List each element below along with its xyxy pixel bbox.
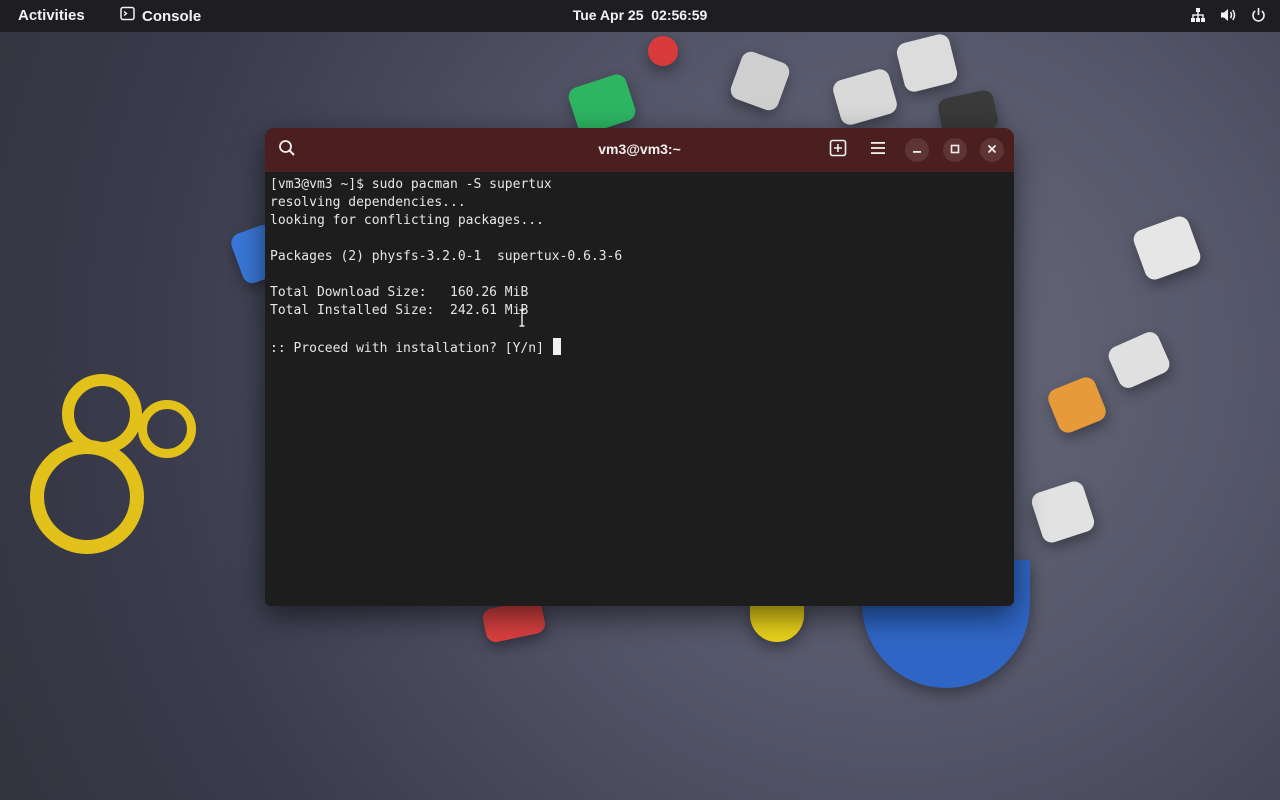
top-bar: Activities Console Tue Apr 25 02:56:59 <box>0 0 1280 32</box>
menu-icon <box>870 141 886 160</box>
window-title: vm3@vm3:~ <box>598 141 681 157</box>
calendar-app-icon <box>1029 478 1097 546</box>
close-button[interactable] <box>980 138 1004 162</box>
bracket-app-icon <box>727 48 793 114</box>
maximize-button[interactable] <box>943 138 967 162</box>
terminal-prompt: :: Proceed with installation? [Y/n] <box>270 341 552 356</box>
time-label: 02:56:59 <box>651 7 708 23</box>
gear-small-decoration <box>138 400 196 458</box>
terminal-line: Total Installed Size: 242.61 MiB <box>270 303 529 318</box>
close-icon <box>987 141 997 159</box>
text-cursor <box>552 338 561 355</box>
terminal-line: resolving dependencies... <box>270 195 466 210</box>
terminal-prompt-line: :: Proceed with installation? [Y/n] <box>270 338 1009 358</box>
new-tab-button[interactable] <box>826 138 850 162</box>
volume-icon <box>1220 7 1237 28</box>
minimize-icon <box>912 141 922 159</box>
notes-app-icon <box>1045 374 1109 436</box>
clock-button[interactable]: Tue Apr 25 02:56:59 <box>573 7 708 23</box>
gear-medium-decoration <box>62 374 142 454</box>
grid-app-icon <box>566 71 638 137</box>
terminal-window: vm3@vm3:~ [vm3@vm3 ~]$ sudo pacman -S su… <box>265 128 1014 606</box>
minimize-button[interactable] <box>905 138 929 162</box>
terminal-output[interactable]: [vm3@vm3 ~]$ sudo pacman -S supertux reso… <box>270 176 1009 601</box>
main-menu-button[interactable] <box>866 138 890 162</box>
date-label: Tue Apr 25 <box>572 7 644 23</box>
calculator-app-icon <box>894 32 960 94</box>
clock: Tue Apr 25 02:56:59 <box>0 7 1280 23</box>
monitor-app-icon <box>1105 328 1173 392</box>
system-status-menu[interactable] <box>1190 7 1266 28</box>
new-tab-icon <box>829 139 847 162</box>
power-icon <box>1251 7 1266 28</box>
window-titlebar[interactable]: vm3@vm3:~ <box>265 128 1014 172</box>
terminal-line: Packages (2) physfs-3.2.0-1 supertux-0.6… <box>270 249 623 264</box>
mouse-ibeam-icon <box>519 309 525 327</box>
maximize-icon <box>950 141 960 159</box>
terminal-line: Total Download Size: 160.26 MiB <box>270 285 529 300</box>
pie-chart-decoration <box>750 604 804 642</box>
terminal-line: looking for conflicting packages... <box>270 213 544 228</box>
terminal-line: [vm3@vm3 ~]$ sudo pacman -S supertux <box>270 177 552 192</box>
magnifier-app-icon <box>1130 213 1204 283</box>
red-ball-decoration <box>648 36 678 66</box>
gear-large-decoration <box>30 440 144 554</box>
network-icon <box>1190 7 1206 28</box>
camera-app-icon <box>830 66 900 128</box>
